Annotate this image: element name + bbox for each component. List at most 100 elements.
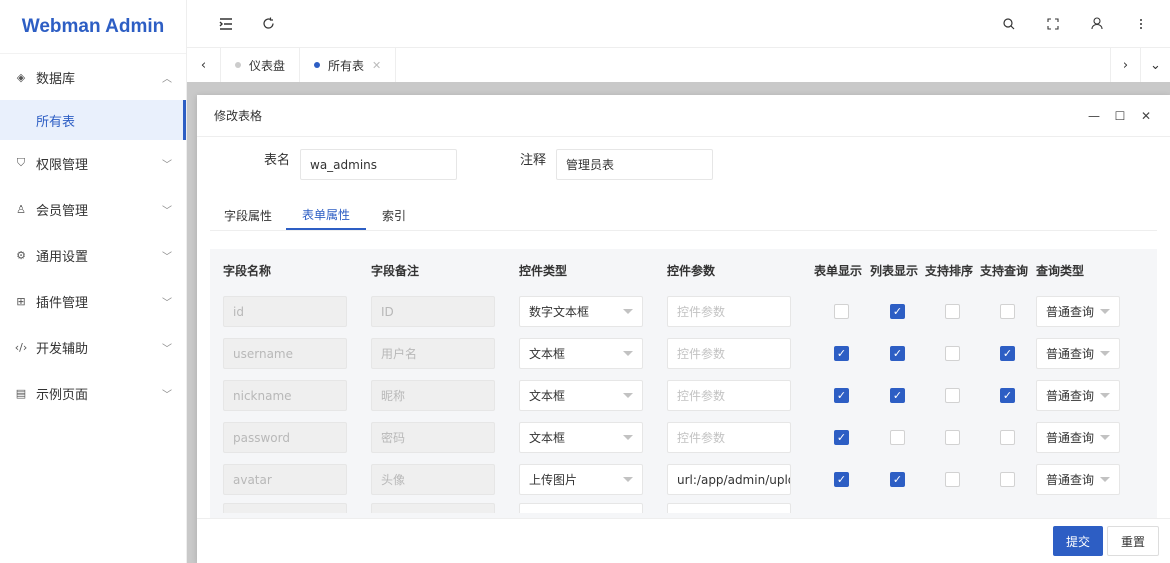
form-checkbox[interactable]: ✓ [834, 388, 849, 403]
minimize-icon[interactable]: — [1087, 109, 1101, 123]
sidebar-item-3[interactable]: ⚙ 通用设置 ﹀ [0, 232, 186, 278]
list-checkbox[interactable]: ✓ [890, 388, 905, 403]
sort-checkbox[interactable] [945, 430, 960, 445]
control-param-input[interactable]: 控件参数 [667, 422, 791, 453]
list-checkbox-cell: ✓ [870, 346, 925, 361]
sidebar-item-0[interactable]: ◈ 数据库 ︿ [0, 54, 186, 100]
field-name-input[interactable]: password [223, 422, 347, 453]
sort-checkbox[interactable] [945, 346, 960, 361]
query-type-select[interactable]: 普通查询 [1036, 422, 1120, 453]
refresh-icon[interactable] [253, 9, 283, 39]
sidebar-item-label: 插件管理 [36, 295, 89, 311]
sidebar-item-2[interactable]: ♙ 会员管理 ﹀ [0, 186, 186, 232]
field-comment-input[interactable]: 密码 [371, 422, 495, 453]
search-icon[interactable] [994, 9, 1024, 39]
tab-form-attributes[interactable]: 表单属性 [286, 201, 367, 230]
sidebar-subitem-all-tables[interactable]: 所有表 [0, 100, 186, 140]
field-comment-input[interactable] [371, 503, 495, 513]
dropdown-arrow-icon [1100, 477, 1110, 482]
query-checkbox[interactable]: ✓ [1000, 346, 1015, 361]
tab-indexes[interactable]: 索引 [366, 201, 422, 230]
column-header: 列表显示 [870, 263, 919, 278]
control-type-select[interactable]: 文本框 [519, 380, 643, 411]
table-name-input[interactable]: wa_admins [300, 149, 457, 180]
more-icon[interactable] [1126, 9, 1156, 39]
field-name-input[interactable]: id [223, 296, 347, 327]
query-checkbox[interactable] [1000, 472, 1015, 487]
select-value: 普通查询 [1046, 431, 1095, 445]
field-comment-input[interactable]: 头像 [371, 464, 495, 495]
form-checkbox[interactable] [834, 304, 849, 319]
modal-footer: 提交 重置 [197, 518, 1170, 563]
form-checkbox[interactable]: ✓ [834, 346, 849, 361]
dropdown-arrow-icon [623, 393, 633, 398]
list-checkbox[interactable]: ✓ [890, 346, 905, 361]
sidebar-item-6[interactable]: ▤ 示例页面 ﹀ [0, 370, 186, 416]
app-logo[interactable]: Webman Admin [0, 0, 186, 54]
close-icon[interactable]: ✕ [372, 59, 381, 72]
control-type-select[interactable] [519, 503, 643, 513]
tab-dot [235, 62, 241, 68]
query-checkbox[interactable]: ✓ [1000, 388, 1015, 403]
maximize-icon[interactable]: ☐ [1113, 109, 1127, 123]
field-comment-input[interactable]: 昵称 [371, 380, 495, 411]
list-checkbox[interactable] [890, 430, 905, 445]
form-checkbox-cell: ✓ [814, 346, 869, 361]
control-param-input[interactable]: 控件参数 [667, 380, 791, 411]
query-checkbox[interactable] [1000, 304, 1015, 319]
select-value: 上传图片 [529, 473, 578, 487]
control-type-select[interactable]: 上传图片 [519, 464, 643, 495]
close-icon[interactable]: ✕ [1139, 109, 1153, 123]
sidebar-item-1[interactable]: ⛉ 权限管理 ﹀ [0, 140, 186, 186]
submit-button[interactable]: 提交 [1052, 526, 1103, 556]
sidebar-item-5[interactable]: ‹/› 开发辅助 ﹀ [0, 324, 186, 370]
form-checkbox[interactable]: ✓ [834, 430, 849, 445]
comment-input[interactable]: 管理员表 [556, 149, 713, 180]
modal-title: 修改表格 [214, 109, 263, 123]
sort-checkbox-cell [925, 472, 980, 487]
tabs-scroll-left-icon[interactable]: ‹ [187, 48, 221, 82]
sort-checkbox[interactable] [945, 472, 960, 487]
sort-checkbox[interactable] [945, 388, 960, 403]
tab-dot [314, 62, 321, 68]
tabs-scroll-right-icon[interactable]: › [1110, 48, 1140, 82]
field-comment-input[interactable]: 用户名 [371, 338, 495, 369]
query-type-select[interactable]: 普通查询 [1036, 296, 1120, 327]
query-type-select[interactable]: 普通查询 [1036, 380, 1120, 411]
table-name-label: 表名 [264, 153, 291, 168]
comment-row: 注释 [520, 149, 546, 168]
tab-dashboard[interactable]: 仪表盘 [221, 48, 301, 82]
field-name-input[interactable]: avatar [223, 464, 347, 495]
sidebar-item-label: 数据库 [36, 71, 76, 87]
menu-collapse-icon[interactable] [211, 9, 241, 39]
control-param-input[interactable]: 控件参数 [667, 296, 791, 327]
tab-all-tables[interactable]: 所有表 ✕ [300, 48, 397, 82]
query-checkbox[interactable] [1000, 430, 1015, 445]
field-name-input[interactable]: nickname [223, 380, 347, 411]
field-comment-input[interactable]: ID [371, 296, 495, 327]
fullscreen-icon[interactable] [1038, 9, 1068, 39]
tab-field-attributes[interactable]: 字段属性 [210, 201, 286, 230]
user-icon[interactable] [1082, 9, 1112, 39]
reset-button[interactable]: 重置 [1106, 526, 1159, 556]
form-checkbox[interactable]: ✓ [834, 472, 849, 487]
field-name-input[interactable]: username [223, 338, 347, 369]
control-param-input[interactable]: 控件参数 [667, 338, 791, 369]
list-checkbox[interactable]: ✓ [890, 472, 905, 487]
query-type-select[interactable]: 普通查询 [1036, 464, 1120, 495]
control-type-select[interactable]: 数字文本框 [519, 296, 643, 327]
control-type-select[interactable]: 文本框 [519, 338, 643, 369]
query-type-select[interactable]: 普通查询 [1036, 338, 1120, 369]
field-name-input[interactable] [223, 503, 347, 513]
sidebar-item-4[interactable]: ⊞ 插件管理 ﹀ [0, 278, 186, 324]
query-checkbox-cell: ✓ [980, 388, 1035, 403]
sort-checkbox[interactable] [945, 304, 960, 319]
list-checkbox[interactable]: ✓ [890, 304, 905, 319]
control-param-input[interactable] [667, 503, 791, 513]
control-type-select[interactable]: 文本框 [519, 422, 643, 453]
control-param-input[interactable]: url:/app/admin/upload [667, 464, 791, 495]
sort-checkbox-cell [925, 304, 980, 319]
sort-checkbox-cell [925, 346, 980, 361]
table-row [210, 501, 1157, 513]
chevron-down-icon[interactable]: ⌄ [1140, 48, 1170, 82]
